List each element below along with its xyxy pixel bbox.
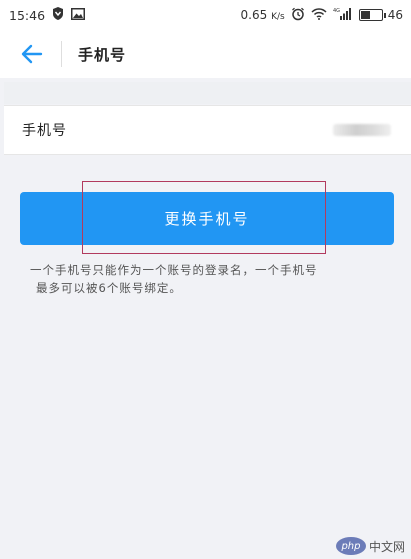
page-title: 手机号: [78, 45, 127, 64]
hint-line-1: 一个手机号只能作为一个账号的登录名，一个手机号: [30, 263, 318, 277]
network-speed: 0.65 K/s: [240, 8, 285, 22]
header-divider: [61, 41, 62, 67]
change-phone-button[interactable]: 更换手机号: [20, 192, 394, 245]
battery-icon: [358, 9, 386, 21]
section-spacer: [4, 82, 411, 104]
phone-number-row: 手机号: [4, 105, 411, 155]
cellular-signal-icon: 4G: [333, 7, 353, 23]
hint-text: 一个手机号只能作为一个账号的登录名，一个手机号 最多可以被6个账号绑定。: [30, 261, 390, 297]
image-icon: [71, 7, 86, 23]
watermark-logo: php: [335, 537, 366, 555]
status-left: 15:46: [9, 7, 92, 23]
shield-icon: [52, 7, 64, 23]
status-right: 0.65 K/s 4G 46: [235, 7, 403, 24]
hint-line-2: 最多可以被6个账号绑定。: [36, 281, 182, 295]
alarm-icon: [291, 7, 305, 24]
watermark: php 中文网: [335, 537, 405, 555]
status-time: 15:46: [9, 7, 46, 23]
arrow-left-icon: [21, 44, 43, 64]
back-button[interactable]: [8, 30, 56, 78]
battery-level: 46: [387, 8, 403, 22]
header-bar: 手机号: [0, 30, 411, 78]
status-bar: 15:46 0.65 K/s 4G 46: [0, 0, 411, 30]
wifi-icon: [311, 7, 327, 23]
watermark-text: 中文网: [368, 539, 405, 554]
network-type: 4G: [333, 8, 340, 14]
phone-number-value: [333, 124, 391, 136]
phone-number-label: 手机号: [22, 123, 67, 139]
